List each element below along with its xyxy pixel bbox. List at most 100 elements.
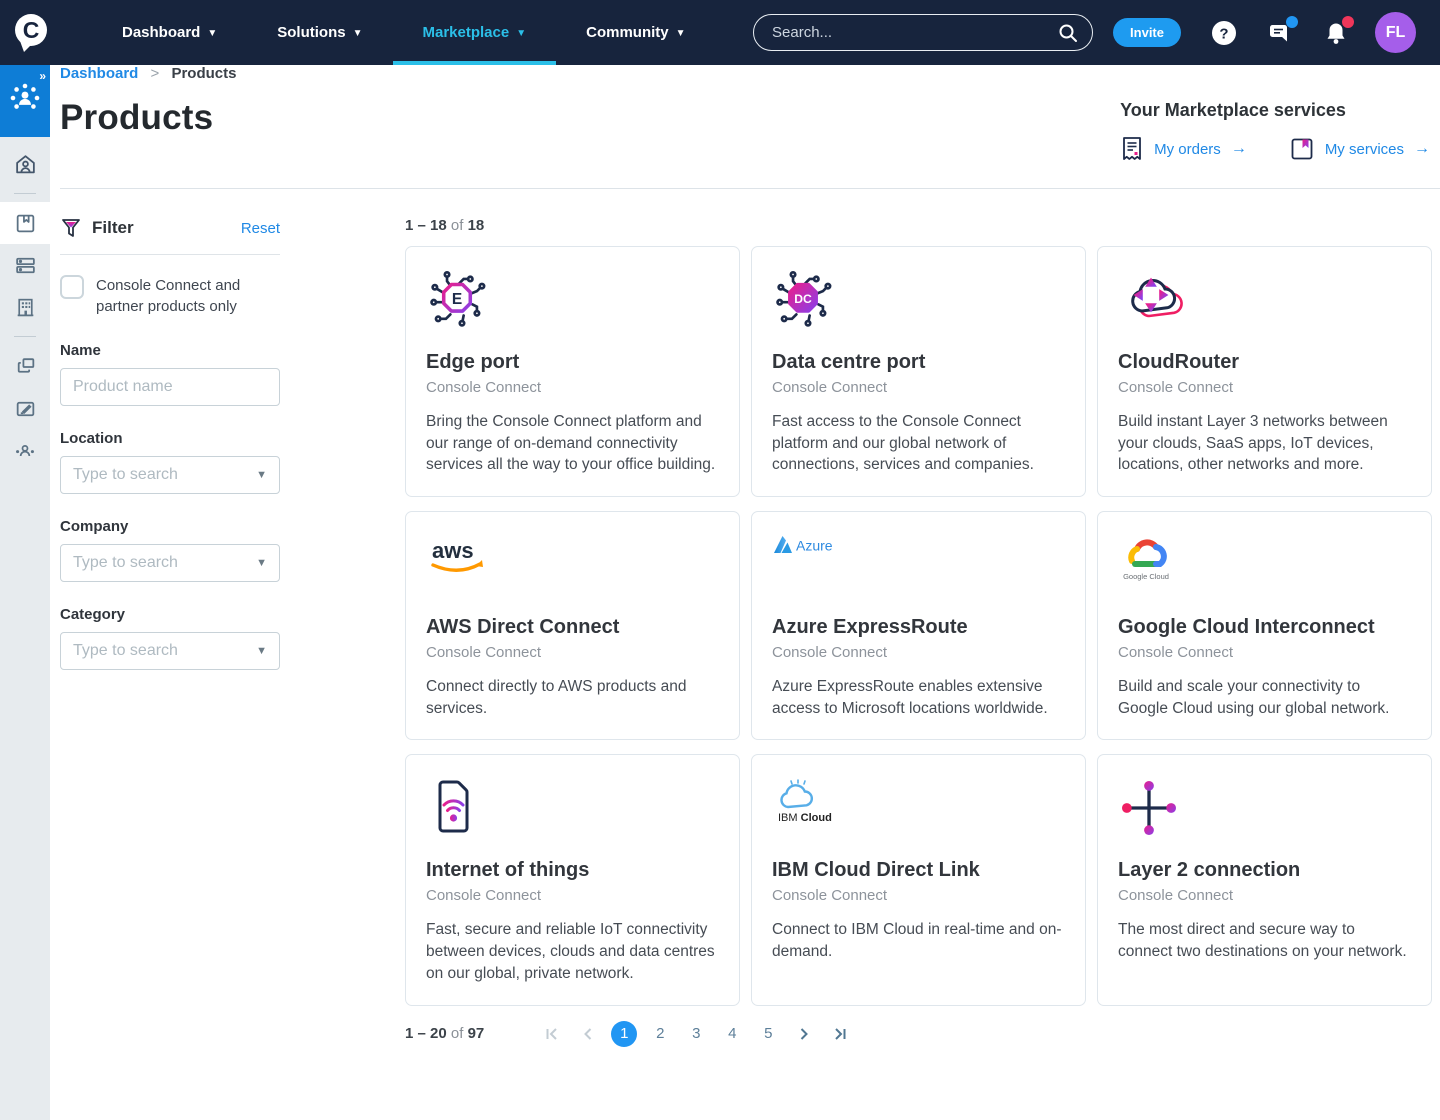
logo-icon: C [11, 12, 51, 54]
product-description: Bring the Console Connect platform and o… [426, 411, 719, 476]
layers-icon [14, 355, 37, 378]
page-number-3[interactable]: 3 [683, 1021, 709, 1047]
breadcrumb-dashboard-link[interactable]: Dashboard [60, 65, 138, 82]
notifications-button[interactable] [1323, 20, 1349, 46]
sidebar-item-people-group[interactable] [0, 429, 50, 471]
filter-panel: Filter Reset Console Connect and partner… [60, 217, 280, 1047]
my-services-label: My services [1325, 141, 1404, 158]
next-page-button[interactable] [791, 1021, 817, 1047]
category-placeholder: Type to search [73, 642, 178, 660]
messages-badge [1286, 16, 1298, 28]
page-number-5[interactable]: 5 [755, 1021, 781, 1047]
arrow-right-icon: → [1231, 140, 1247, 158]
results-of: of [451, 217, 464, 234]
category-select[interactable]: Type to search ▼ [60, 632, 280, 670]
name-field-label: Name [60, 342, 280, 359]
sidebar-item-building[interactable] [0, 286, 50, 328]
pagination-count: 1 – 20 of 97 [405, 1025, 484, 1042]
console-connect-only-checkbox-row[interactable]: Console Connect and partner products onl… [60, 275, 280, 318]
product-vendor: Console Connect [1118, 379, 1411, 396]
sidebar-expand-tile[interactable]: » [0, 65, 50, 137]
sidebar-item-layers[interactable] [0, 345, 50, 387]
product-vendor: Console Connect [772, 644, 1065, 661]
sidebar-item-products-box[interactable] [0, 202, 50, 244]
product-description: Azure ExpressRoute enables extensive acc… [772, 676, 1065, 719]
company-field-label: Company [60, 518, 280, 535]
product-description: Connect to IBM Cloud in real-time and on… [772, 919, 1065, 962]
console-connect-logo[interactable]: C [0, 12, 62, 54]
product-card[interactable]: EEdge portConsole ConnectBring the Conso… [405, 246, 740, 497]
expand-chevrons-icon: » [39, 69, 44, 83]
product-card[interactable]: IBM CloudIBM Cloud Direct LinkConsole Co… [751, 754, 1086, 1005]
invite-button[interactable]: Invite [1113, 18, 1181, 47]
messages-button[interactable] [1267, 20, 1293, 46]
receipt-icon [1120, 136, 1144, 162]
svg-text:?: ? [1219, 25, 1228, 42]
product-card[interactable]: AzureAzure ExpressRouteConsole ConnectAz… [751, 511, 1086, 740]
product-name: IBM Cloud Direct Link [772, 859, 1065, 882]
servers-icon [14, 254, 37, 277]
last-page-button[interactable] [827, 1021, 853, 1047]
product-card[interactable]: CloudRouterConsole ConnectBuild instant … [1097, 246, 1432, 497]
contract-pen-icon [14, 397, 37, 420]
nav-item-solutions[interactable]: Solutions▼ [247, 0, 392, 65]
page-number-2[interactable]: 2 [647, 1021, 673, 1047]
services-panel-title: Your Marketplace services [1120, 100, 1430, 121]
chevron-down-icon: ▼ [516, 28, 526, 39]
category-field-label: Category [60, 606, 280, 623]
page-number-4[interactable]: 4 [719, 1021, 745, 1047]
checkbox[interactable] [60, 275, 84, 299]
results-range: 1 – 18 [405, 217, 447, 234]
global-search[interactable] [753, 14, 1093, 51]
product-name-input[interactable] [60, 368, 280, 406]
chevron-down-icon: ▼ [256, 469, 267, 481]
product-card[interactable]: DCData centre portConsole ConnectFast ac… [751, 246, 1086, 497]
left-sidebar: » [0, 65, 50, 1120]
iot-sim-icon [426, 777, 719, 843]
google-cloud-logo-icon: Google Cloud [1118, 534, 1411, 600]
product-name: Google Cloud Interconnect [1118, 616, 1411, 639]
product-grid: EEdge portConsole ConnectBring the Conso… [405, 246, 1432, 1006]
sidebar-item-servers[interactable] [0, 244, 50, 286]
nav-item-label: Community [586, 24, 669, 41]
nav-item-marketplace[interactable]: Marketplace▼ [393, 0, 557, 65]
search-icon[interactable] [1058, 23, 1078, 43]
page-numbers: 12345 [606, 1021, 786, 1047]
breadcrumb-separator: > [151, 65, 160, 82]
product-card[interactable]: Google CloudGoogle Cloud InterconnectCon… [1097, 511, 1432, 740]
svg-text:Azure: Azure [796, 538, 833, 554]
chevron-down-icon: ▼ [676, 28, 686, 39]
breadcrumb-current: Products [171, 65, 236, 82]
location-placeholder: Type to search [73, 466, 178, 484]
first-page-button[interactable] [539, 1021, 565, 1047]
user-avatar[interactable]: FL [1375, 12, 1416, 53]
product-name: Layer 2 connection [1118, 859, 1411, 882]
product-card[interactable]: Internet of thingsConsole ConnectFast, s… [405, 754, 740, 1005]
company-select[interactable]: Type to search ▼ [60, 544, 280, 582]
filter-reset-link[interactable]: Reset [241, 220, 280, 237]
marketplace-services-panel: Your Marketplace services My orders → [1120, 98, 1430, 162]
search-input[interactable] [772, 24, 1058, 41]
product-vendor: Console Connect [1118, 887, 1411, 904]
header-divider [60, 188, 1440, 189]
sidebar-divider [14, 193, 36, 194]
my-orders-link[interactable]: My orders → [1120, 136, 1247, 162]
nav-item-community[interactable]: Community ▼ [556, 0, 715, 65]
filter-title: Filter [92, 218, 134, 238]
product-card[interactable]: Layer 2 connectionConsole ConnectThe mos… [1097, 754, 1432, 1005]
product-description: Build instant Layer 3 networks between y… [1118, 411, 1411, 476]
nav-item-dashboard[interactable]: Dashboard▼ [92, 0, 247, 65]
product-card[interactable]: awsAWS Direct ConnectConsole ConnectConn… [405, 511, 740, 740]
prev-page-button[interactable] [575, 1021, 601, 1047]
page-number-1[interactable]: 1 [611, 1021, 637, 1047]
main-content: Dashboard > Products Products Your Marke… [50, 65, 1440, 1087]
arrow-right-icon: → [1414, 140, 1430, 158]
pagination: 1 – 20 of 97 12345 [405, 1021, 1432, 1047]
product-vendor: Console Connect [426, 644, 719, 661]
location-select[interactable]: Type to search ▼ [60, 456, 280, 494]
help-button[interactable]: ? [1211, 20, 1237, 46]
my-services-link[interactable]: My services → [1289, 136, 1430, 162]
sidebar-item-contract-pen[interactable] [0, 387, 50, 429]
sidebar-item-home-person[interactable] [0, 143, 50, 185]
product-name: Data centre port [772, 351, 1065, 374]
